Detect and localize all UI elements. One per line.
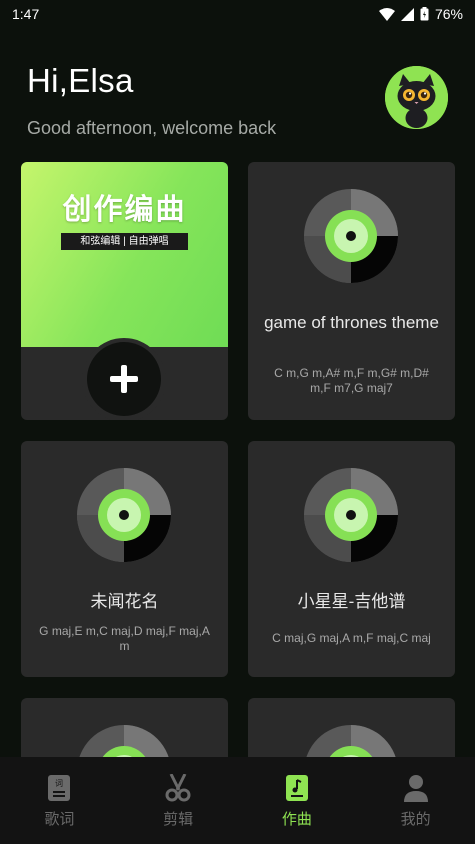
greeting-subtitle: Good afternoon, welcome back (27, 118, 277, 138)
battery-percent: 76% (434, 6, 463, 22)
song-card[interactable]: 未闻花名 G maj,E m,C maj,D maj,F maj,A m (21, 441, 228, 677)
status-icons: 76% (378, 6, 463, 22)
wifi-icon (378, 7, 395, 21)
plus-icon (110, 365, 138, 393)
status-bar: 1:47 76% (0, 0, 475, 28)
battery-icon (420, 7, 429, 21)
song-grid[interactable]: 创作编曲 和弦编辑 | 自由弹唱 game of thrones theme C… (0, 160, 475, 757)
scissors-icon (165, 774, 191, 802)
song-chords: C m,G m,A# m,F m,G# m,D# m,F m7,G maj7 (274, 366, 429, 395)
tab-label: 作曲 (281, 811, 312, 828)
song-title: 未闻花名 (90, 592, 159, 611)
tab-label: 歌词 (44, 811, 75, 828)
tab-lyrics[interactable]: 词 歌词 (0, 757, 119, 844)
song-chords: C maj,G maj,A m,F maj,C maj (272, 631, 431, 645)
song-card[interactable]: game of thrones theme C m,G m,A# m,F m,G… (248, 162, 455, 420)
lyrics-icon: 词 (46, 774, 72, 802)
tab-label: 我的 (400, 811, 431, 828)
vinyl-disc-icon (304, 468, 398, 562)
create-title: 创作编曲 (62, 194, 187, 226)
song-card-partial[interactable] (248, 698, 455, 757)
svg-text:词: 词 (55, 779, 63, 788)
tab-profile[interactable]: 我的 (356, 757, 475, 844)
vinyl-disc-icon (306, 725, 396, 757)
avatar[interactable] (385, 66, 448, 129)
greeting-title: Hi,Elsa (27, 62, 134, 99)
vinyl-disc-icon (304, 189, 398, 283)
song-chords: G maj,E m,C maj,D maj,F maj,A m (39, 624, 210, 653)
song-card[interactable]: 小星星-吉他谱 C maj,G maj,A m,F maj,C maj (248, 441, 455, 677)
vinyl-disc-icon (77, 468, 171, 562)
compose-icon (284, 774, 310, 802)
tab-label: 剪辑 (163, 811, 194, 828)
song-title: game of thrones theme (264, 313, 439, 332)
status-time: 1:47 (12, 6, 40, 22)
tab-edit[interactable]: 剪辑 (119, 757, 238, 844)
song-title: 小星星-吉他谱 (297, 592, 406, 611)
cat-avatar-icon (385, 66, 448, 129)
create-tag: 和弦编辑 | 自由弹唱 (61, 233, 188, 250)
vinyl-disc-icon (79, 725, 169, 757)
song-card-partial[interactable] (21, 698, 228, 757)
greeting-block: Hi,Elsa Good afternoon, welcome back (27, 62, 276, 139)
add-song-button[interactable] (87, 342, 161, 416)
bottom-tab-bar: 词 歌词 剪辑 作曲 我的 (0, 757, 475, 844)
profile-icon (403, 774, 429, 802)
create-song-card[interactable]: 创作编曲 和弦编辑 | 自由弹唱 (21, 162, 228, 420)
tab-compose[interactable]: 作曲 (238, 757, 357, 844)
signal-icon (400, 7, 414, 21)
create-banner: 创作编曲 和弦编辑 | 自由弹唱 (21, 162, 228, 347)
